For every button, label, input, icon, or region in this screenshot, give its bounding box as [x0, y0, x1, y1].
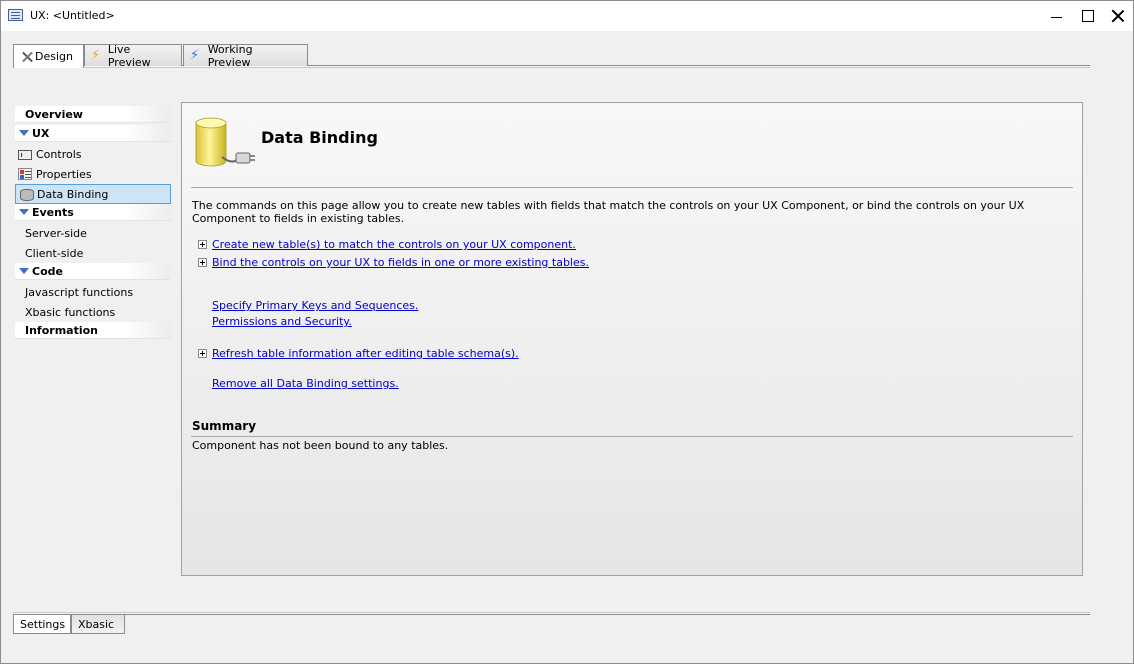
controls-icon: [18, 149, 32, 160]
expand-plus-icon[interactable]: [198, 258, 207, 267]
minimize-icon: [1050, 16, 1062, 18]
tab-live-preview-label: Live Preview: [107, 42, 151, 69]
remove-binding-row: Remove all Data Binding settings.: [212, 377, 399, 390]
bind-controls-row: Bind the controls on your UX to fields i…: [198, 256, 589, 269]
refresh-info-row: Refresh table information after editing …: [198, 347, 519, 360]
lightning-icon: ⚡: [91, 47, 101, 63]
nav-item-data-binding[interactable]: Data Binding: [15, 184, 171, 204]
database-plug-icon: [195, 117, 255, 167]
tab-design-label: Design: [35, 50, 73, 63]
app-window: UX: <Untitled> Design ⚡ Live Preview ⚡ W…: [0, 0, 1134, 664]
nav-item-xbasic-functions[interactable]: Xbasic functions: [15, 302, 171, 322]
nav-item-properties[interactable]: Properties: [15, 164, 171, 184]
window-title: UX: <Untitled>: [30, 9, 115, 22]
tab-working-preview[interactable]: ⚡ Working Preview: [183, 42, 308, 69]
bottom-tab-strip: Settings Xbasic: [13, 612, 1091, 636]
collapse-arrow-icon: [19, 130, 29, 136]
bind-controls-link[interactable]: Bind the controls on your UX to fields i…: [212, 256, 589, 269]
create-tables-link[interactable]: Create new table(s) to match the control…: [212, 238, 576, 251]
page-title: Data Binding: [261, 128, 378, 147]
nav-item-client-side[interactable]: Client-side: [15, 243, 171, 263]
design-icon: [20, 50, 31, 64]
left-nav: Overview UX Controls Properties Data Bin…: [15, 106, 171, 341]
nav-item-javascript-functions[interactable]: Javascript functions: [15, 282, 171, 302]
properties-icon: [18, 168, 32, 180]
nav-section-ux[interactable]: UX: [15, 125, 171, 142]
tab-settings[interactable]: Settings: [13, 615, 71, 634]
tab-working-preview-label: Working Preview: [207, 42, 253, 69]
minimize-button[interactable]: [1039, 1, 1073, 31]
summary-divider: [191, 436, 1073, 437]
page-description: The commands on this page allow you to c…: [192, 199, 1025, 225]
permissions-link[interactable]: Permissions and Security.: [212, 315, 352, 328]
lightning-blue-icon: ⚡: [190, 47, 200, 63]
tab-xbasic[interactable]: Xbasic: [71, 615, 125, 634]
nav-item-properties-label: Properties: [36, 167, 92, 181]
top-tab-strip: Design ⚡ Live Preview ⚡ Working Preview: [13, 42, 1091, 69]
primary-keys-link[interactable]: Specify Primary Keys and Sequences.: [212, 299, 418, 312]
nav-item-server-side[interactable]: Server-side: [15, 223, 171, 243]
refresh-info-link[interactable]: Refresh table information after editing …: [212, 347, 519, 360]
tab-live-preview[interactable]: ⚡ Live Preview: [84, 42, 182, 69]
app-icon: [8, 9, 23, 21]
primary-keys-row: Specify Primary Keys and Sequences.: [212, 299, 418, 312]
tab-settings-label: Settings: [20, 617, 66, 631]
nav-section-ux-label: UX: [32, 126, 50, 140]
collapse-arrow-icon: [19, 268, 29, 274]
maximize-icon: [1082, 10, 1094, 22]
expand-plus-icon[interactable]: [198, 349, 207, 358]
nav-item-data-binding-label: Data Binding: [37, 187, 109, 201]
summary-text: Component has not been bound to any tabl…: [192, 439, 449, 452]
nav-information[interactable]: Information: [15, 322, 171, 339]
nav-overview[interactable]: Overview: [15, 106, 171, 123]
tab-xbasic-label: Xbasic: [78, 617, 115, 631]
tab-design[interactable]: Design: [13, 44, 84, 68]
title-bar[interactable]: UX: <Untitled>: [1, 1, 1133, 31]
permissions-row: Permissions and Security.: [212, 315, 352, 328]
create-tables-row: Create new table(s) to match the control…: [198, 238, 576, 251]
summary-heading: Summary: [192, 419, 257, 433]
data-binding-panel: Data Binding The commands on this page a…: [181, 102, 1083, 576]
remove-binding-link[interactable]: Remove all Data Binding settings.: [212, 377, 399, 390]
expand-plus-icon[interactable]: [198, 240, 207, 249]
nav-section-events-label: Events: [32, 205, 74, 219]
nav-section-code[interactable]: Code: [15, 263, 171, 280]
close-button[interactable]: [1101, 1, 1133, 31]
nav-item-controls[interactable]: Controls: [15, 144, 171, 164]
maximize-button[interactable]: [1071, 1, 1105, 31]
collapse-arrow-icon: [19, 209, 29, 215]
bottom-tab-baseline: [13, 612, 1090, 615]
nav-section-code-label: Code: [32, 264, 63, 278]
close-icon: [1111, 9, 1125, 23]
title-divider: [191, 187, 1073, 188]
nav-item-controls-label: Controls: [36, 147, 82, 161]
database-icon: [19, 188, 34, 201]
nav-section-events[interactable]: Events: [15, 204, 171, 221]
